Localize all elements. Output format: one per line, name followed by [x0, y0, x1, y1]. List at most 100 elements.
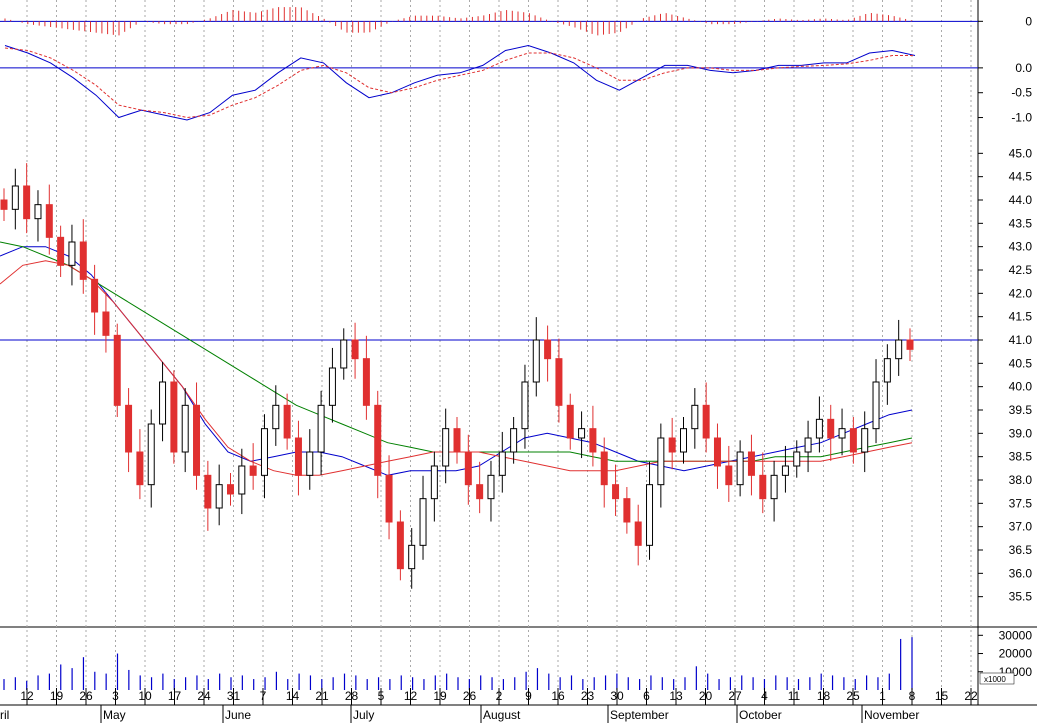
grid-layer [0, 0, 1037, 706]
volume-unit-label: x1000 [984, 675, 1006, 684]
candle-body [453, 428, 461, 453]
day-tick-label: 13 [669, 689, 683, 703]
price-y-tick-label: 37.5 [1009, 496, 1033, 510]
candle-body [419, 498, 427, 546]
candle-body [668, 437, 676, 453]
candle-body [68, 241, 76, 266]
candle-body [838, 428, 846, 439]
oscillator-panel [0, 44, 978, 121]
candle-body [759, 474, 767, 500]
price-y-tick-label: 39.5 [1009, 403, 1033, 417]
candle-body [827, 418, 835, 439]
price-y-tick-label: 42.0 [1009, 286, 1033, 300]
histogram-y-tick-label: 0 [1025, 14, 1032, 28]
price-y-tick-label: 44.5 [1009, 170, 1033, 184]
candle-body [374, 404, 382, 476]
candle-body [623, 498, 631, 523]
candle-body [883, 358, 891, 383]
day-tick-label: 11 [788, 689, 801, 703]
day-tick-label: 23 [581, 689, 595, 703]
day-tick-label: 6 [643, 689, 650, 703]
candle-body [385, 474, 393, 523]
histogram-panel [0, 7, 978, 36]
volume-panel [3, 637, 913, 690]
candle-body [272, 404, 280, 430]
candle-body [781, 465, 789, 476]
candle-body [510, 428, 518, 453]
candle-body [136, 451, 144, 486]
candle-body [555, 358, 563, 406]
day-tick-label: 1 [879, 689, 886, 703]
candle-body [0, 199, 8, 210]
candle-body [306, 451, 314, 476]
candle-body [861, 428, 869, 453]
candle-body [193, 404, 201, 476]
stock-chart: 12 19 26 3 10 17 24 31 7 14 21 28 5 12 19 26 2 9 16 23 30 6 13… [0, 0, 1037, 723]
price-y-tick-label: 38.5 [1009, 450, 1033, 464]
day-tick-label: 21 [315, 689, 329, 703]
oscillator-y-tick-label: 0.0 [1015, 61, 1032, 75]
day-tick-label: 25 [846, 689, 860, 703]
candle-body [317, 404, 325, 453]
candle-body [57, 236, 65, 266]
price-y-tick-label: 43.0 [1009, 240, 1033, 254]
price-y-tick-label: 41.0 [1009, 333, 1033, 347]
day-tick-label: 7 [260, 689, 267, 703]
candle-body [442, 428, 450, 467]
day-tick-label: 12 [20, 689, 34, 703]
month-label: May [103, 708, 126, 722]
month-label-april: ril [0, 708, 9, 722]
day-tick-label: 14 [286, 689, 300, 703]
candle-body [238, 465, 246, 495]
day-tick-label: 4 [761, 689, 768, 703]
chart-svg: 12 19 26 3 10 17 24 31 7 14 21 28 5 12 19 26 2 9 16 23 30 6 13… [0, 0, 1037, 723]
day-tick-label: 18 [817, 689, 831, 703]
candle-body [906, 339, 914, 350]
price-y-tick-label: 40.5 [1009, 356, 1033, 370]
price-y-tick-label: 40.0 [1009, 380, 1033, 394]
price-panel [0, 163, 978, 589]
day-tick-label: 28 [345, 689, 359, 703]
day-tick-label: 10 [138, 689, 152, 703]
price-y-tick-label: 35.5 [1009, 590, 1033, 604]
candle-body [849, 428, 857, 453]
candle-body [204, 474, 212, 509]
candle-body [362, 358, 370, 406]
candle-body [612, 484, 620, 500]
candle-body [657, 437, 665, 486]
candle-body [340, 339, 348, 369]
candle-body [600, 451, 608, 486]
candle-body [79, 241, 87, 280]
price-y-tick-label: 43.5 [1009, 216, 1033, 230]
day-tick-label: 31 [227, 689, 241, 703]
candle-body [680, 428, 687, 453]
candle-body [702, 404, 710, 439]
axes-layer: 12 19 26 3 10 17 24 31 7 14 21 28 5 12 19 26 2 9 16 23 30 6 13… [0, 14, 1032, 723]
candle-body [487, 474, 495, 500]
candle-body [895, 339, 903, 360]
day-tick-label: 19 [50, 689, 64, 703]
candle-body [589, 428, 597, 453]
day-tick-label: 9 [525, 689, 532, 703]
month-label: July [353, 708, 374, 722]
candle-body [227, 484, 234, 495]
candle-body [294, 437, 302, 476]
candle-body [408, 544, 416, 570]
day-tick-label: 26 [463, 689, 477, 703]
candle-body [566, 404, 574, 439]
day-tick-label: 5 [378, 689, 385, 703]
candle-body [815, 418, 823, 439]
day-tick-label: 27 [728, 689, 742, 703]
candle-body [396, 521, 404, 570]
candle-body [125, 404, 133, 453]
price-y-tick-label: 36.0 [1009, 566, 1033, 580]
oscillator-series-line [4, 44, 916, 121]
day-tick-label: 2 [496, 689, 503, 703]
price-y-tick-label: 36.5 [1009, 543, 1033, 557]
month-label: June [225, 708, 251, 722]
candle-body [283, 404, 291, 439]
price-y-tick-label: 37.0 [1009, 520, 1033, 534]
candle-body [113, 334, 121, 406]
candle-body [23, 185, 31, 220]
month-label: August [483, 708, 521, 722]
